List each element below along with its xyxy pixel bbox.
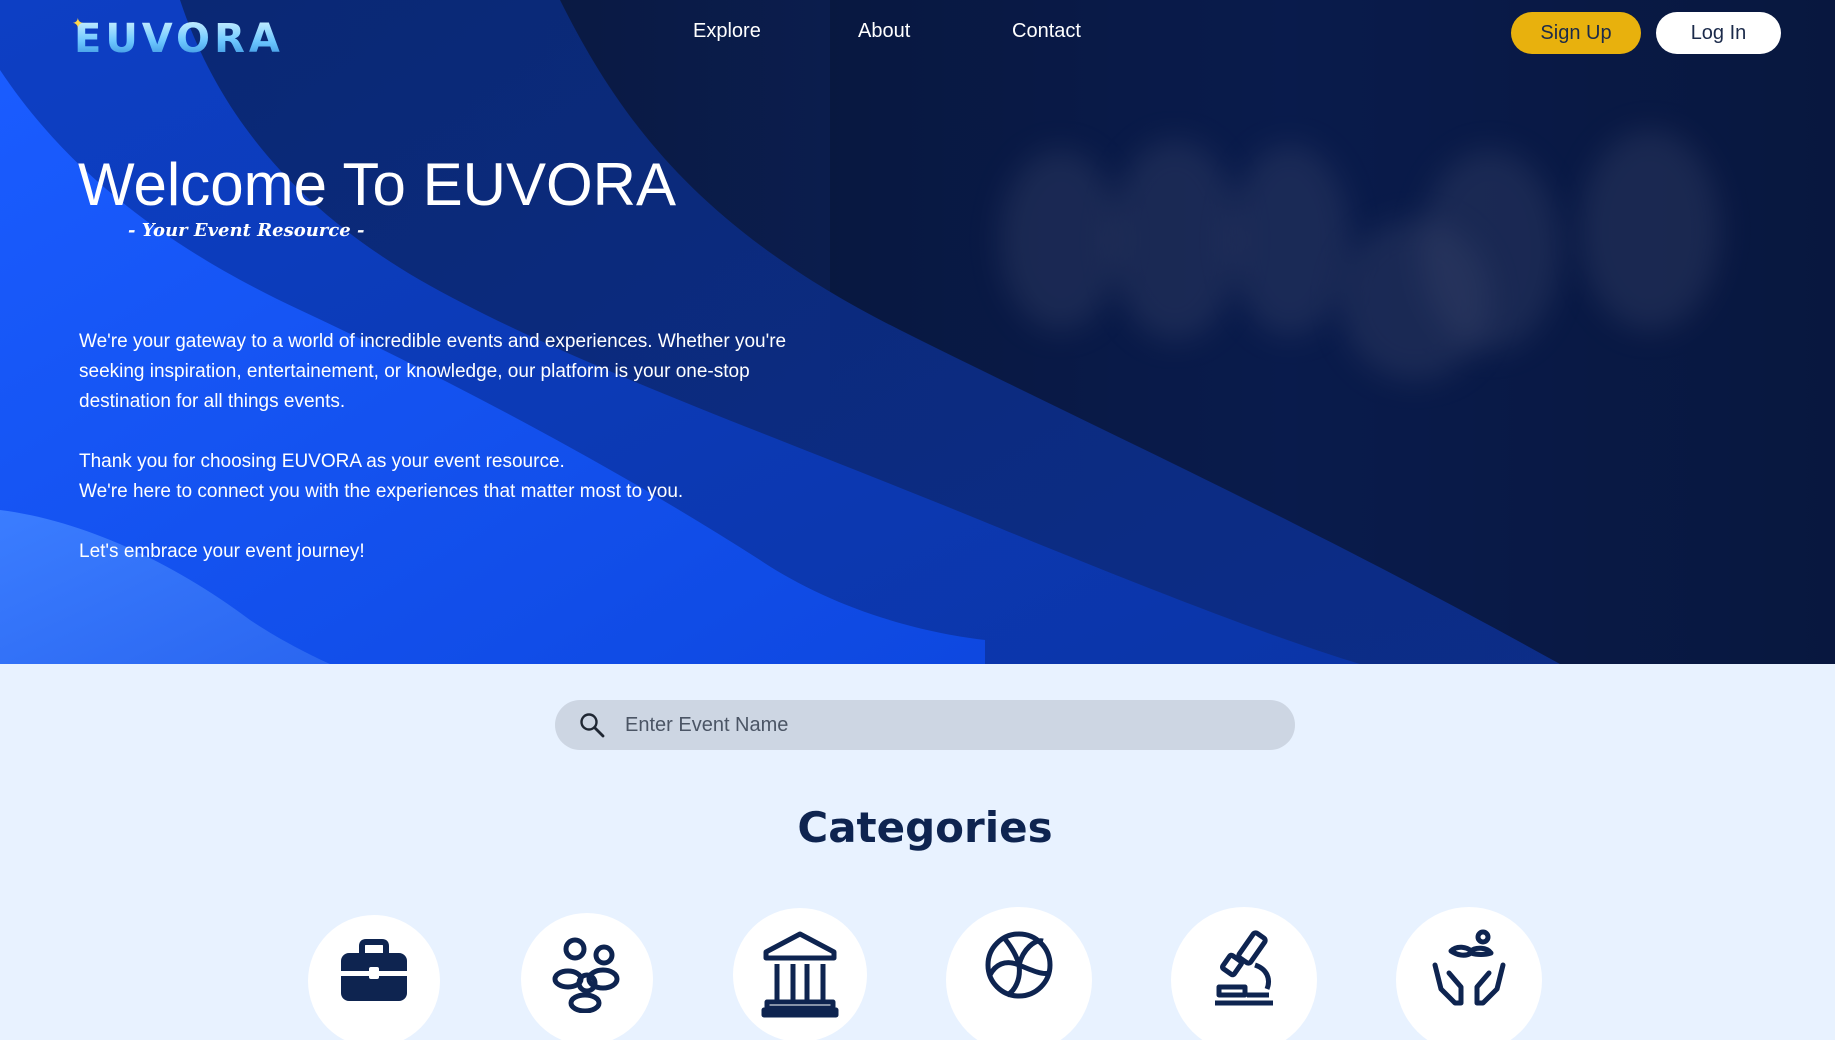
nav-about[interactable]: About xyxy=(858,20,910,43)
category-culture[interactable] xyxy=(733,908,867,1040)
hero-thanks-line: We're here to connect you with the exper… xyxy=(79,481,684,502)
event-search-input[interactable] xyxy=(625,713,1265,737)
hero-subtitle: - Your Event Resource - xyxy=(128,220,365,241)
museum-icon xyxy=(761,908,839,1022)
category-charity[interactable] xyxy=(1396,907,1542,1040)
category-sports[interactable] xyxy=(946,907,1092,1040)
star-icon: ✦ xyxy=(72,16,84,32)
nav-explore[interactable]: Explore xyxy=(693,20,761,43)
hero-title: Welcome To EUVORA xyxy=(78,151,676,218)
logo-text: EUVORA xyxy=(74,16,284,62)
community-icon xyxy=(549,913,625,1017)
category-community[interactable] xyxy=(521,913,653,1040)
event-search-bar[interactable] xyxy=(555,700,1295,750)
microscope-icon xyxy=(1209,907,1279,1013)
euvora-logo[interactable]: ✦ EUVORA xyxy=(72,16,280,66)
hero-thanks-line: Thank you for choosing EUVORA as your ev… xyxy=(79,451,565,472)
category-business[interactable] xyxy=(308,915,440,1040)
hero-thanks-paragraph: Thank you for choosing EUVORA as your ev… xyxy=(79,447,799,507)
hero-closing-paragraph: Let's embrace your event journey! xyxy=(79,541,365,562)
briefcase-icon xyxy=(335,915,413,1011)
log-in-button[interactable]: Log In xyxy=(1656,12,1781,54)
hero-section: ✦ EUVORA Explore About Contact Sign Up L… xyxy=(0,0,1835,664)
nav-contact[interactable]: Contact xyxy=(1012,20,1081,43)
hero-intro-paragraph: We're your gateway to a world of incredi… xyxy=(79,331,787,412)
categories-title: Categories xyxy=(797,803,1053,852)
charity-hands-icon xyxy=(1431,907,1507,1013)
search-icon[interactable] xyxy=(577,710,607,740)
volleyball-icon xyxy=(983,907,1055,1005)
category-science[interactable] xyxy=(1171,907,1317,1040)
sign-up-button[interactable]: Sign Up xyxy=(1511,12,1641,54)
